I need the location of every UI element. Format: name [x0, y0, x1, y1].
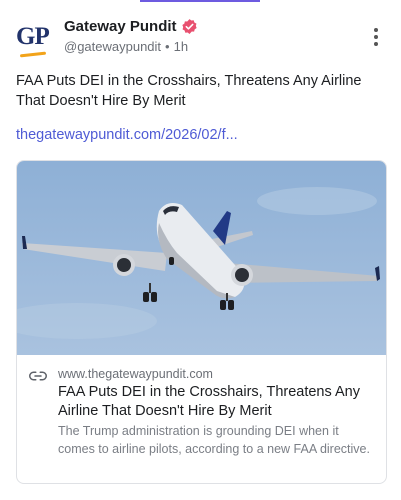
- post-time[interactable]: 1h: [174, 39, 188, 54]
- meta-separator: •: [165, 39, 170, 54]
- meta-row: @gatewaypundit • 1h: [64, 39, 188, 54]
- avatar-logo-text: GP: [16, 23, 50, 50]
- card-title[interactable]: FAA Puts DEI in the Crosshairs, Threaten…: [58, 383, 376, 421]
- avatar-swoosh: [19, 51, 47, 58]
- post-link[interactable]: thegatewaypundit.com/2026/02/f...: [16, 127, 238, 143]
- verified-badge-icon: [181, 19, 197, 34]
- avatar[interactable]: GP: [16, 20, 54, 58]
- top-accent-line: [140, 0, 260, 2]
- post-header: GP Gateway Pundit @gatewaypundit • 1h: [16, 18, 385, 58]
- card-body: www.thegatewaypundit.com FAA Puts DEI in…: [17, 355, 386, 483]
- post-text: FAA Puts DEI in the Crosshairs, Threaten…: [16, 73, 362, 109]
- name-row: Gateway Pundit: [64, 18, 198, 35]
- link-icon: [29, 371, 47, 381]
- account-name[interactable]: Gateway Pundit: [64, 18, 177, 35]
- airplane-photo[interactable]: [17, 161, 386, 355]
- more-options-icon[interactable]: [373, 28, 379, 48]
- top-progress-bar: [0, 0, 401, 4]
- link-preview-card[interactable]: www.thegatewaypundit.com FAA Puts DEI in…: [16, 160, 387, 484]
- card-description: The Trump administration is grounding DE…: [58, 424, 370, 456]
- account-handle[interactable]: @gatewaypundit: [64, 39, 161, 54]
- card-domain: www.thegatewaypundit.com: [58, 367, 213, 381]
